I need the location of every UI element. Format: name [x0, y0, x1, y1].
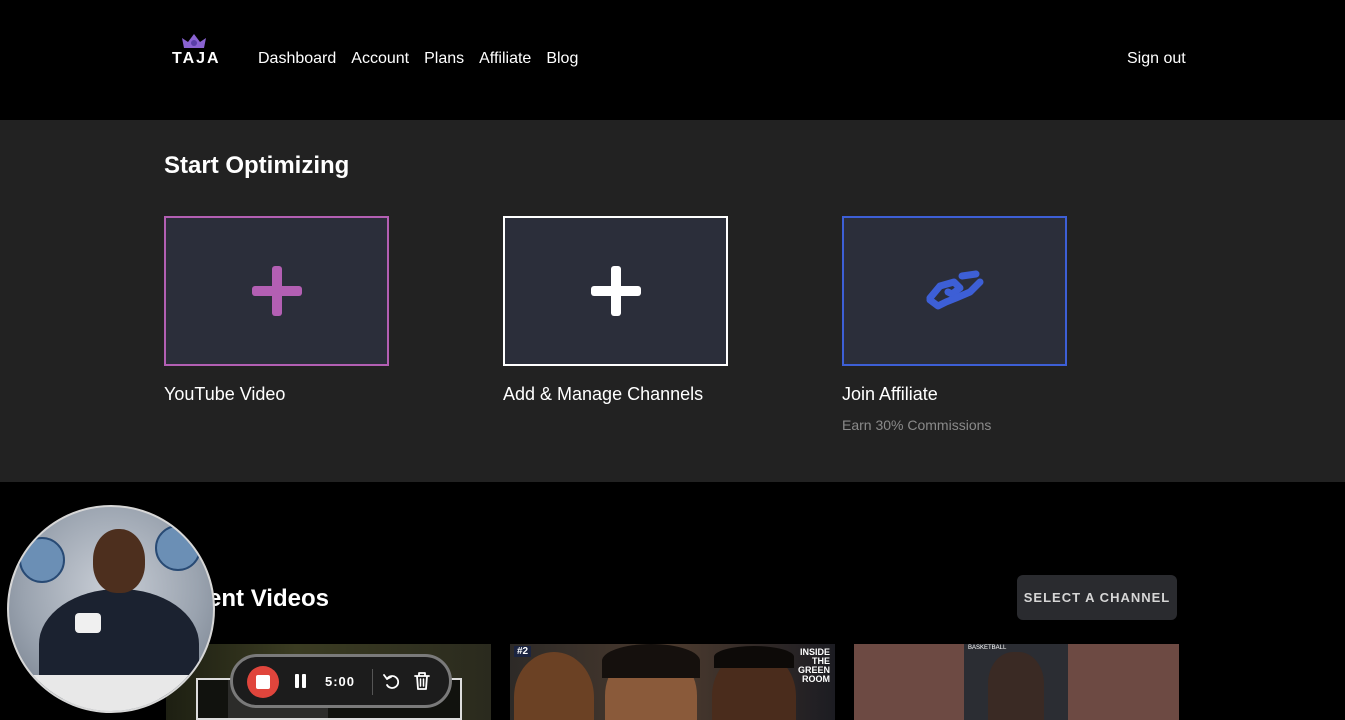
thumbnail-face [514, 652, 594, 720]
nav-affiliate[interactable]: Affiliate [479, 50, 531, 68]
pause-icon [302, 674, 306, 688]
nav-dashboard[interactable]: Dashboard [258, 50, 336, 68]
pause-icon [295, 674, 299, 688]
background-logo [19, 537, 65, 583]
divider [372, 669, 373, 695]
webcam-person-head [93, 529, 145, 593]
plus-icon [590, 266, 641, 316]
video-thumbnail[interactable]: BASKETBALL [854, 644, 1179, 720]
restart-icon[interactable] [383, 672, 401, 692]
video-thumbnail[interactable]: #2 INSIDE THE GREEN ROOM [510, 644, 835, 720]
affiliate-commission-note: Earn 30% Commissions [842, 417, 992, 433]
stop-icon [256, 675, 270, 689]
thumbnail-rank-tag: #2 [514, 646, 532, 657]
webcam-bubble[interactable] [7, 505, 215, 713]
youtube-video-card[interactable] [164, 216, 389, 366]
webcam-desk [9, 675, 213, 711]
join-affiliate-card[interactable] [842, 216, 1067, 366]
section-title: Start Optimizing [164, 152, 350, 179]
card-label-youtube-video[interactable]: YouTube Video [164, 384, 285, 405]
stop-recording-button[interactable] [247, 666, 279, 698]
add-manage-channels-card[interactable] [503, 216, 728, 366]
thumbnail-face [988, 652, 1044, 720]
plus-icon [251, 266, 302, 316]
trash-icon[interactable] [413, 671, 431, 691]
card-label-add-manage-channels[interactable]: Add & Manage Channels [503, 384, 703, 405]
select-channel-button[interactable]: SELECT A CHANNEL [1017, 575, 1177, 620]
pause-button[interactable] [295, 674, 307, 690]
recording-controls: 5:00 [230, 654, 452, 708]
section-title-visible: ent Videos [208, 585, 329, 612]
handshake-icon [926, 270, 983, 310]
nav-plans[interactable]: Plans [424, 50, 464, 68]
nav-account[interactable]: Account [351, 50, 409, 68]
nav-links: Dashboard Account Plans Affiliate Blog [258, 50, 578, 68]
top-nav: TAJA Dashboard Account Plans Affiliate B… [0, 0, 1345, 120]
nav-blog[interactable]: Blog [546, 50, 578, 68]
start-optimizing-section: Start Optimizing YouTube Video Add & Man… [0, 120, 1345, 482]
logo-text: TAJA [172, 50, 221, 67]
thumbnail-logo-text: INSIDE THE GREEN ROOM [797, 647, 830, 684]
thumbnail-logo-text: BASKETBALL [968, 645, 1007, 651]
taja-logo[interactable]: TAJA [172, 30, 219, 70]
background-logo [155, 525, 201, 571]
sign-out-link[interactable]: Sign out [1127, 50, 1186, 68]
recording-timer: 5:00 [325, 674, 356, 689]
microphone [75, 613, 101, 633]
thumbnail-hair [602, 644, 700, 678]
thumbnail-hair [714, 646, 794, 668]
card-label-join-affiliate[interactable]: Join Affiliate [842, 384, 938, 405]
crown-icon [182, 34, 206, 48]
